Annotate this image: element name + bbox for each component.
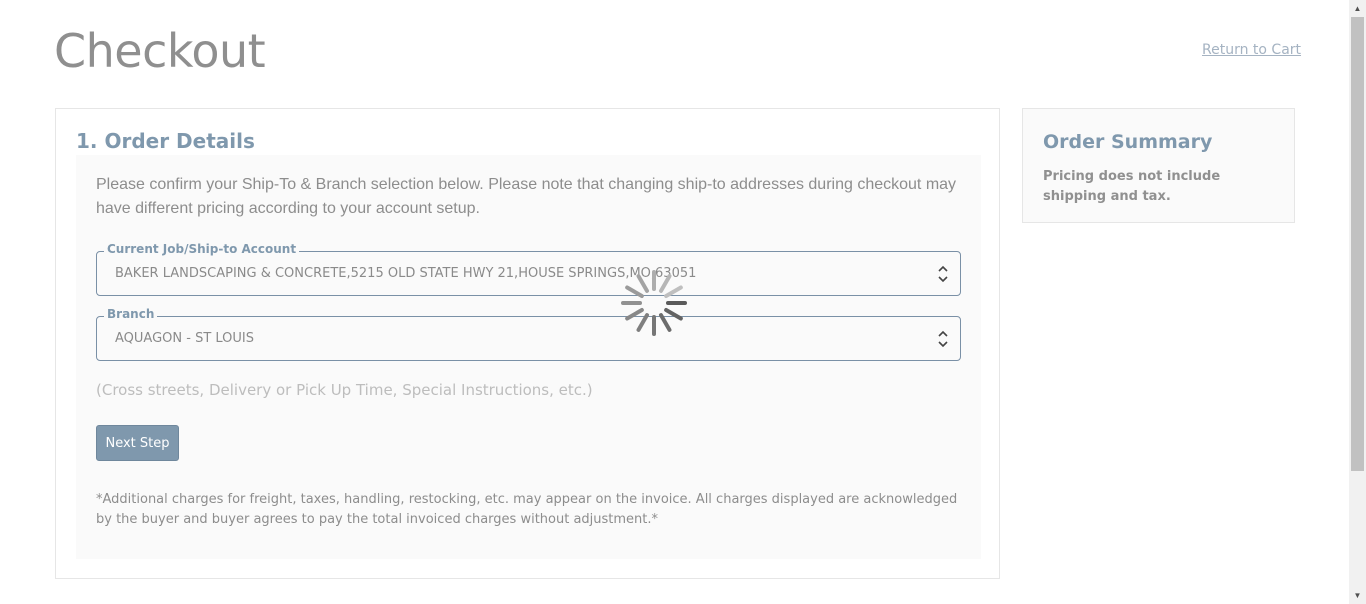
return-to-cart-link[interactable]: Return to Cart	[1202, 42, 1301, 58]
ship-to-account-select[interactable]: Current Job/Ship-to Account BAKER LANDSC…	[96, 242, 961, 296]
charges-disclaimer: *Additional charges for freight, taxes, …	[96, 492, 958, 527]
order-summary-panel: Order Summary Pricing does not include s…	[1022, 108, 1295, 223]
order-details-body: Please confirm your Ship-To & Branch sel…	[76, 155, 981, 559]
next-step-button[interactable]: Next Step	[96, 425, 179, 461]
updown-chevron-icon	[938, 265, 948, 283]
page-title: Checkout	[54, 24, 266, 78]
order-summary-title: Order Summary	[1043, 131, 1213, 153]
scroll-down-arrow-icon[interactable]: ▼	[1349, 587, 1366, 604]
ship-to-account-value: BAKER LANDSCAPING & CONCRETE,5215 OLD ST…	[115, 266, 697, 281]
updown-chevron-icon	[938, 330, 948, 348]
scroll-up-arrow-icon[interactable]: ▲	[1349, 0, 1366, 17]
vertical-scrollbar[interactable]: ▲ ▼	[1349, 0, 1366, 604]
branch-select[interactable]: Branch AQUAGON - ST LOUIS	[96, 307, 961, 361]
scroll-thumb[interactable]	[1351, 17, 1364, 471]
spinner-icon	[621, 270, 687, 336]
branch-value: AQUAGON - ST LOUIS	[115, 331, 255, 346]
order-details-title: 1. Order Details	[76, 129, 255, 153]
ship-to-instructions: Please confirm your Ship-To & Branch sel…	[96, 176, 957, 217]
branch-label: Branch	[104, 307, 158, 321]
order-notes-input[interactable]: (Cross streets, Delivery or Pick Up Time…	[96, 381, 593, 399]
order-details-panel: 1. Order Details Please confirm your Shi…	[55, 108, 1000, 579]
ship-to-account-label: Current Job/Ship-to Account	[104, 242, 300, 256]
order-summary-note: Pricing does not include shipping and ta…	[1043, 169, 1221, 204]
